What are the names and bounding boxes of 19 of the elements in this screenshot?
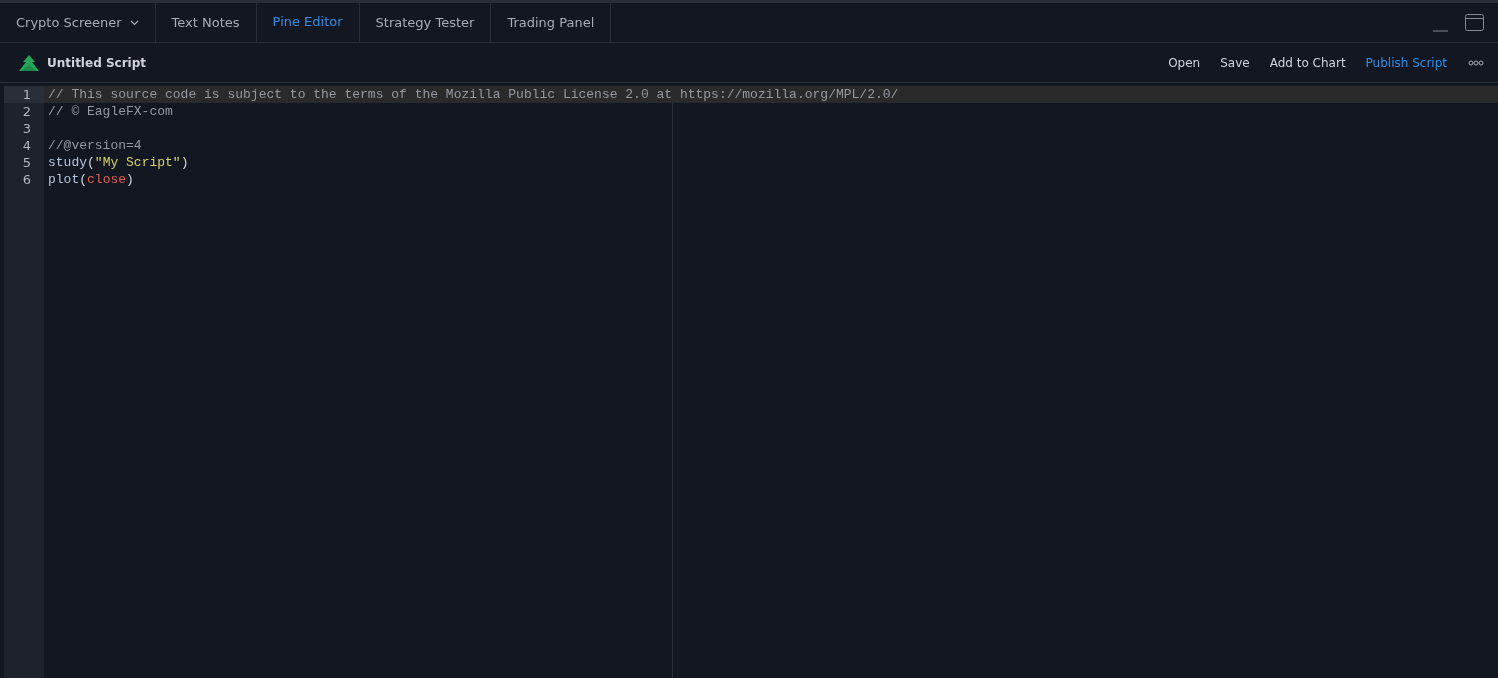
line-number: 1: [4, 86, 44, 103]
toolbar-action[interactable]: Publish Script: [1365, 53, 1447, 72]
chevron-icon: [129, 19, 139, 26]
code-line: // © EagleFX-com: [48, 103, 173, 120]
code-line: // This source code is subject to the terms of the Mozilla Public License 2.0 at https://mozilla.org/MPL/2.0/: [48, 86, 899, 103]
code-line: plot(close): [48, 171, 134, 188]
minimize-icon: [1433, 29, 1448, 32]
maximize-button[interactable]: [1465, 14, 1484, 31]
maximize-icon: [1465, 14, 1484, 31]
more-button[interactable]: [1468, 57, 1484, 68]
code-editor[interactable]: 1 // This source code is subject to the terms of the Mozilla Public License 2.0 at https://mozilla.org/MPL/2.0/ 2 // © EagleFX-com 3 4 //@version=4 5 study("My Script") 6 plot(close): [0, 83, 1498, 678]
more-icon: [1468, 59, 1484, 66]
script-title: Untitled Script: [47, 54, 146, 72]
toolbar-action[interactable]: Open: [1168, 53, 1201, 72]
code-line: //@version=4: [48, 137, 142, 154]
toolbar-action[interactable]: Add to Chart: [1269, 53, 1346, 72]
tree-logo-icon: [19, 54, 39, 71]
code-line: study("My Script"): [48, 154, 189, 171]
toolbar-action[interactable]: Save: [1220, 53, 1250, 72]
